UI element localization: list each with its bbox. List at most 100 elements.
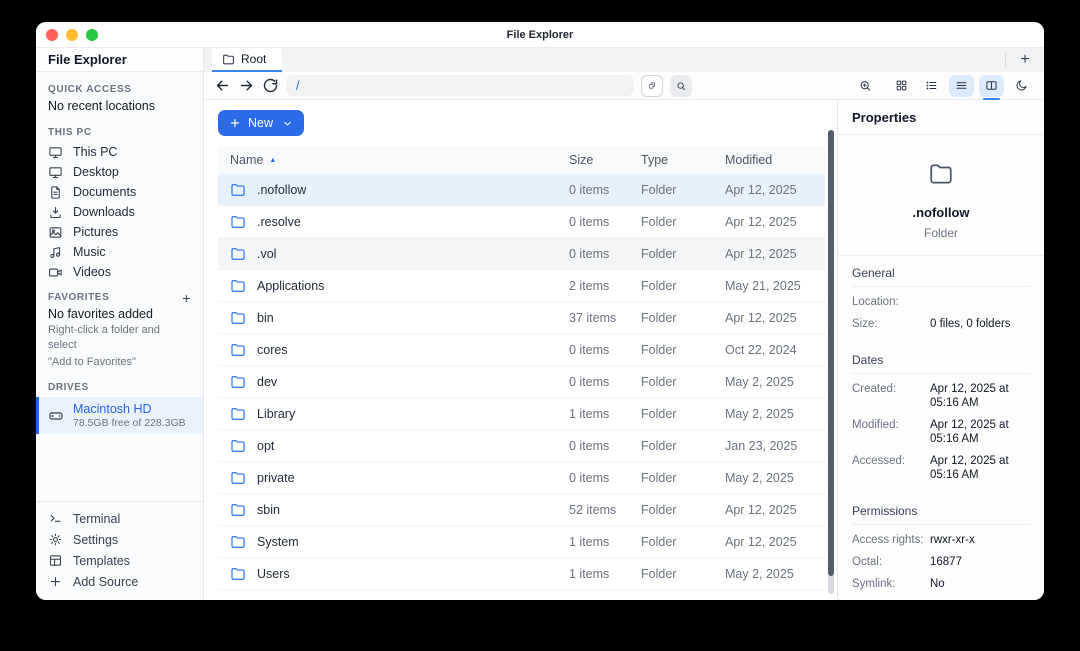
sidebar-item-label: Videos [73, 265, 111, 279]
column-header-type[interactable]: Type [637, 153, 721, 167]
sidebar-item-desktop[interactable]: Desktop [36, 162, 203, 182]
column-header-name[interactable]: Name [230, 153, 263, 167]
table-row[interactable]: Applications 2 items Folder May 21, 2025 [218, 270, 825, 302]
tab-root[interactable]: Root [212, 48, 282, 72]
table-row[interactable]: .resolve 0 items Folder Apr 12, 2025 [218, 206, 825, 238]
sidebar-item-music[interactable]: Music [36, 242, 203, 262]
copy-path-button[interactable] [641, 74, 663, 97]
folder-icon [928, 161, 954, 187]
file-name: sbin [257, 502, 280, 517]
sidebar-item-label: Terminal [73, 511, 121, 526]
table-row[interactable]: bin 37 items Folder Apr 12, 2025 [218, 302, 825, 334]
file-size: 2 items [569, 278, 610, 293]
table-row[interactable]: usr 0 items Folder Apr 12, 2025 [218, 590, 825, 600]
sidebar-item-macintosh-hd[interactable]: Macintosh HD 78.5GB free of 228.3GB [36, 397, 203, 434]
table-row[interactable]: Users 1 items Folder May 2, 2025 [218, 558, 825, 590]
quick-access-empty: No recent locations [48, 99, 156, 113]
modified-label: Modified: [852, 419, 899, 431]
hard-drive-icon [48, 408, 64, 424]
video-camera-icon [48, 265, 63, 280]
sidebar-item-add-source[interactable]: Add Source [36, 571, 203, 592]
list-view-icon[interactable] [919, 75, 944, 97]
file-modified: May 2, 2025 [725, 406, 794, 421]
sidebar-item-label: Add Source [73, 574, 139, 589]
symlink-value: No [930, 578, 945, 590]
sidebar-item-settings[interactable]: Settings [36, 529, 203, 550]
new-button[interactable]: New [218, 110, 305, 136]
table-row[interactable]: System 1 items Folder Apr 12, 2025 [218, 526, 825, 558]
table-row[interactable]: private 0 items Folder May 2, 2025 [218, 462, 825, 494]
forward-button[interactable] [238, 77, 255, 94]
table-row[interactable]: opt 0 items Folder Jan 23, 2025 [218, 430, 825, 462]
document-icon [48, 185, 63, 200]
file-type: Folder [637, 599, 721, 601]
desktop-icon [48, 165, 63, 180]
path-input[interactable] [286, 75, 634, 96]
tab-label: Root [241, 52, 267, 66]
table-row[interactable]: Library 1 items Folder May 2, 2025 [218, 398, 825, 430]
file-type: Folder [641, 374, 677, 389]
search-button[interactable] [670, 74, 692, 97]
sidebar-item-documents[interactable]: Documents [36, 182, 203, 202]
table-row[interactable]: sbin 52 items Folder Apr 12, 2025 [218, 494, 825, 526]
sidebar-item-templates[interactable]: Templates [36, 550, 203, 571]
sidebar: File Explorer QUICK ACCESS No recent loc… [36, 48, 204, 600]
detail-view-icon[interactable] [949, 74, 974, 97]
file-type: Folder [641, 438, 677, 453]
file-name: .nofollow [257, 182, 307, 197]
sidebar-item-terminal[interactable]: Terminal [36, 508, 203, 529]
column-header-size[interactable]: Size [565, 153, 637, 167]
table-row[interactable]: dev 0 items Folder May 2, 2025 [218, 366, 825, 398]
refresh-button[interactable] [262, 77, 279, 94]
table-row[interactable]: .vol 0 items Folder Apr 12, 2025 [218, 238, 825, 270]
file-modified: Jan 23, 2025 [725, 438, 798, 453]
table-row[interactable]: .nofollow 0 items Folder Apr 12, 2025 [218, 174, 825, 206]
file-name: .vol [257, 246, 277, 261]
file-size: 0 items [569, 438, 610, 453]
created-value: Apr 12, 2025 at 05:16 AM [930, 383, 1009, 409]
table-row[interactable]: cores 0 items Folder Oct 22, 2024 [218, 334, 825, 366]
minimize-window-button[interactable] [66, 28, 78, 41]
scrollbar-thumb[interactable] [828, 130, 834, 576]
maximize-window-button[interactable] [86, 28, 98, 41]
accessed-label: Accessed: [852, 455, 906, 467]
folder-icon [230, 470, 246, 486]
file-name: dev [257, 374, 278, 389]
sidebar-item-pictures[interactable]: Pictures [36, 222, 203, 242]
toolbar [204, 72, 1044, 100]
file-type: Folder [641, 534, 677, 549]
file-size: 0 items [569, 246, 610, 261]
zoom-icon[interactable] [853, 75, 878, 97]
file-type: Folder [641, 246, 677, 261]
scrollbar-track[interactable] [828, 130, 834, 594]
favorites-empty-line1: Right-click a folder and select [48, 324, 160, 351]
sidebar-item-videos[interactable]: Videos [36, 262, 203, 282]
column-header-modified[interactable]: Modified [721, 153, 825, 167]
file-name: Users [257, 566, 290, 581]
this-pc-header: THIS PC [48, 127, 92, 138]
plus-icon [229, 117, 241, 129]
file-size: 1 items [569, 406, 610, 421]
file-size: 37 items [569, 310, 617, 325]
sidebar-item-this-pc[interactable]: This PC [36, 142, 203, 162]
gear-icon [48, 532, 63, 547]
back-button[interactable] [214, 77, 231, 94]
file-modified: May 2, 2025 [725, 470, 794, 485]
close-window-button[interactable] [46, 28, 58, 41]
properties-panel-toggle-icon[interactable] [979, 74, 1004, 100]
plus-icon [48, 574, 63, 589]
new-tab-button[interactable]: + [1012, 48, 1038, 72]
symlink-label: Symlink: [852, 578, 896, 590]
add-favorite-button[interactable]: + [182, 291, 191, 305]
file-type: Folder [641, 470, 677, 485]
drives-header: DRIVES [48, 382, 89, 393]
sidebar-item-label: Desktop [73, 165, 119, 179]
dark-mode-icon[interactable] [1009, 75, 1034, 97]
sidebar-title: File Explorer [36, 48, 203, 72]
sidebar-item-downloads[interactable]: Downloads [36, 202, 203, 222]
folder-icon [230, 246, 246, 262]
selected-file-name: .nofollow [912, 205, 970, 220]
file-type: Folder [641, 310, 677, 325]
file-preview: .nofollow Folder [838, 135, 1044, 256]
grid-view-icon[interactable] [889, 75, 914, 97]
